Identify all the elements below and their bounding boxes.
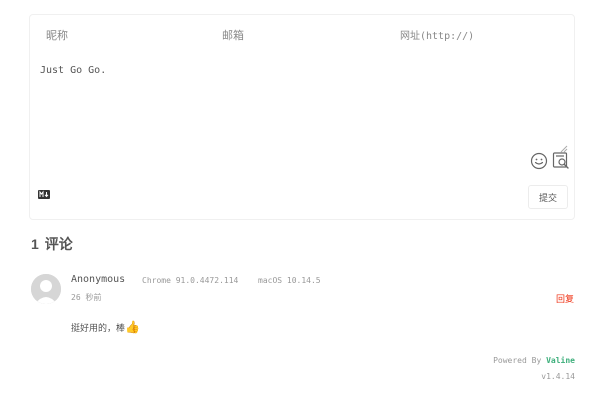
- markdown-icon[interactable]: [38, 190, 50, 199]
- powered-by: Powered By Valine: [493, 356, 575, 365]
- default-avatar-icon: [31, 274, 61, 304]
- powered-by-label: Powered By: [493, 356, 542, 365]
- preview-icon[interactable]: [552, 151, 570, 169]
- avatar: [31, 274, 61, 304]
- input-fields-row: [30, 15, 574, 57]
- comment-time: 26 秒前: [71, 293, 102, 302]
- smile-icon[interactable]: [530, 152, 548, 170]
- thumbs-up-icon: 👍: [125, 320, 140, 334]
- comment-editor[interactable]: Just Go Go.: [40, 63, 568, 155]
- comment-count: 1: [31, 236, 39, 252]
- nick-input[interactable]: [46, 23, 206, 49]
- comment-count-label: 评论: [44, 236, 73, 252]
- comment-browser: Chrome 91.0.4472.114: [142, 276, 239, 285]
- website-input[interactable]: [400, 23, 560, 49]
- comment-os: macOS 10.14.5: [258, 276, 321, 285]
- comment-text: 挺好用的，棒: [71, 323, 126, 333]
- comment-count-heading: 1 评论: [31, 234, 73, 254]
- submit-button[interactable]: 提交: [528, 185, 568, 209]
- valine-link[interactable]: Valine: [546, 356, 575, 365]
- email-input[interactable]: [222, 23, 382, 49]
- reply-link[interactable]: 回复: [556, 292, 574, 305]
- comment-author: Anonymous: [71, 274, 126, 285]
- comment-content: 挺好用的，棒👍: [71, 321, 140, 334]
- comment-form: Just Go Go. 提交: [29, 14, 575, 220]
- version-label: v1.4.14: [541, 372, 575, 381]
